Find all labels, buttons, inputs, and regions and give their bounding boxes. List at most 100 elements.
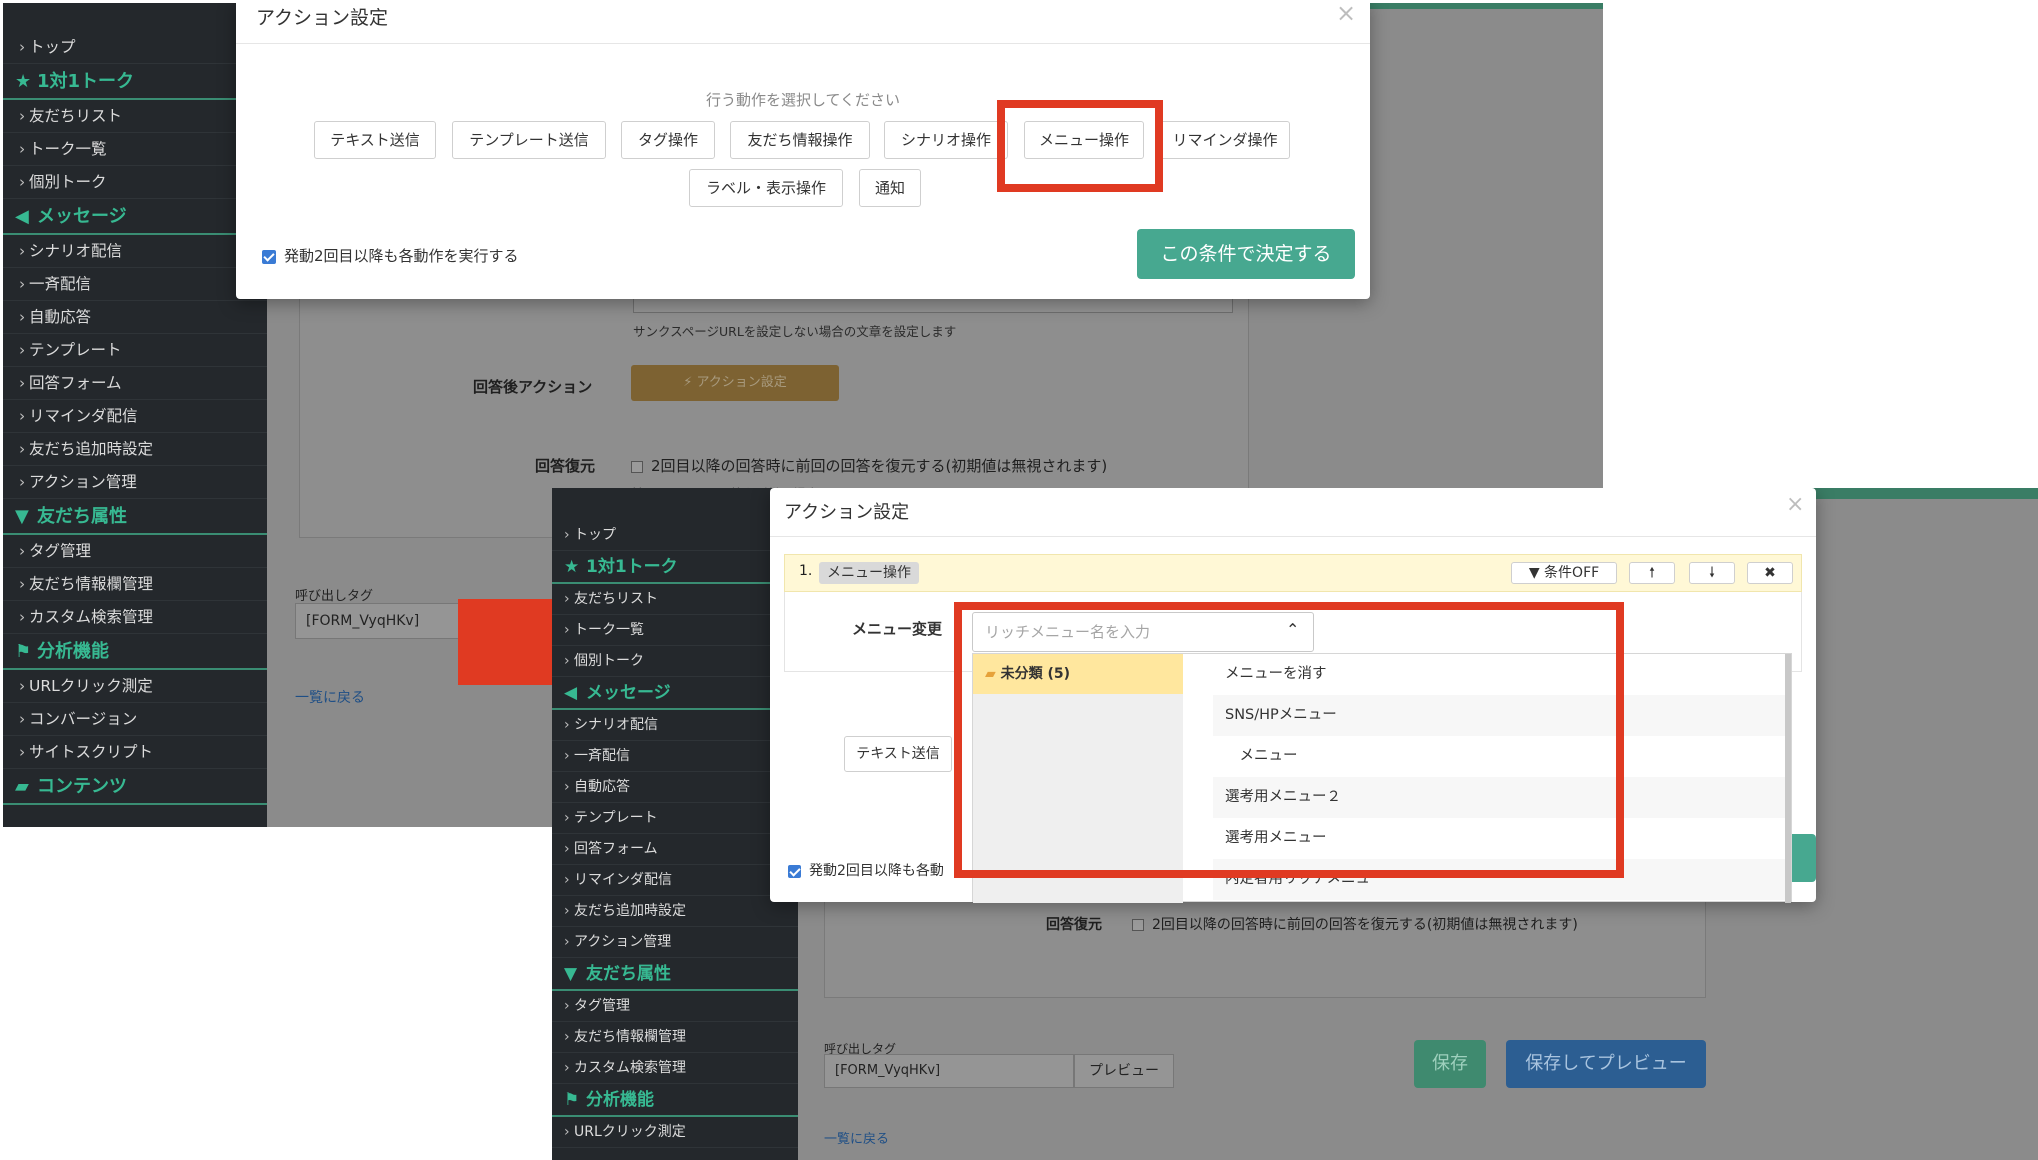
restore-checkbox[interactable] [1132, 919, 1144, 931]
sidebar-item-label: 回答フォーム [29, 374, 122, 392]
sidebar-item[interactable]: › リマインダ配信 [552, 865, 798, 896]
sidebar-item-label: 自動応答 [574, 779, 630, 795]
repeat-execution-option[interactable]: 発動2回目以降も各動作を実行する [262, 245, 519, 266]
restore-option[interactable]: 2回目以降の回答時に前回の回答を復元する(初期値は無視されます) [1132, 914, 1578, 934]
sidebar-item[interactable]: › カスタム検索管理 [3, 601, 267, 634]
label-display-operation-button[interactable]: ラベル・表示操作 [689, 169, 843, 207]
restore-option[interactable]: 2回目以降の回答時に前回の回答を復元する(初期値は無視されます) [631, 455, 1107, 476]
sidebar-item[interactable]: › 自動応答 [552, 772, 798, 803]
sidebar-item[interactable]: › 友だちリスト [552, 584, 798, 615]
back-link[interactable]: 一覧に戻る [824, 1128, 889, 1147]
action-setting-button[interactable]: ⚡ アクション設定 [631, 365, 839, 401]
sidebar-item[interactable]: › 友だち情報欄管理 [3, 568, 267, 601]
sidebar-section-label: 友だち属性 [586, 964, 671, 984]
notification-button[interactable]: 通知 [859, 169, 921, 207]
sidebar-item[interactable]: › タグ管理 [3, 535, 267, 568]
sidebar-section[interactable]: ▼ 友だち属性 [3, 499, 267, 535]
sidebar-item[interactable]: › 友だち情報欄管理 [552, 1022, 798, 1053]
sidebar-section[interactable]: ◀ メッセージ [3, 199, 267, 235]
sidebar-section-label: 分析機能 [37, 641, 109, 662]
sidebar-item[interactable]: › カスタム検索管理 [552, 1053, 798, 1084]
sidebar-item[interactable]: › 友だちリスト [3, 100, 267, 133]
friend-info-operation-button[interactable]: 友だち情報操作 [730, 121, 870, 159]
remove-button[interactable]: ✖ [1747, 562, 1793, 584]
template-send-button[interactable]: テンプレート送信 [452, 121, 606, 159]
checkbox-checked-icon[interactable] [788, 864, 801, 878]
sidebar-item[interactable]: › テンプレート [3, 334, 267, 367]
chevron-right-icon: › [19, 677, 26, 695]
sidebar-item[interactable]: › 友だち追加時設定 [552, 896, 798, 927]
text-send-button[interactable]: テキスト送信 [314, 121, 436, 159]
after-action-label: 回答後アクション [473, 378, 593, 396]
back-link[interactable]: 一覧に戻る [295, 687, 365, 707]
tag-operation-button[interactable]: タグ操作 [621, 121, 715, 159]
sidebar-item-label: 自動応答 [29, 308, 92, 326]
filter-icon: ▼ [1528, 565, 1545, 581]
sidebar-item-label: URLクリック測定 [574, 1124, 686, 1140]
sidebar-item[interactable]: › サイトスクリプト [3, 736, 267, 769]
sidebar-item-label: シナリオ配信 [574, 717, 658, 733]
sidebar-item[interactable]: › トップ [552, 520, 798, 551]
sidebar-item[interactable]: › タグ管理 [552, 991, 798, 1022]
chevron-right-icon: › [564, 527, 570, 543]
sidebar-item-label: サイトスクリプト [29, 743, 154, 761]
sidebar-item[interactable]: › トーク一覧 [552, 615, 798, 646]
sidebar-item[interactable]: › トーク一覧 [3, 133, 267, 166]
sidebar-section[interactable]: ⚑ 分析機能 [552, 1084, 798, 1117]
sidebar-section-label: 1対1トーク [37, 71, 135, 92]
sidebar-section[interactable]: ◀ メッセージ [552, 677, 798, 710]
sidebar-section[interactable]: ★ 1対1トーク [552, 551, 798, 584]
sidebar-item-label: カスタム検索管理 [29, 608, 154, 626]
sidebar-item[interactable]: › 一斉配信 [3, 268, 267, 301]
sidebar-item[interactable]: › リマインダ配信 [3, 400, 267, 433]
sidebar-item[interactable]: › URLクリック測定 [3, 670, 267, 703]
text-send-button[interactable]: テキスト送信 [844, 736, 952, 772]
thanks-hint: サンクスページURLを設定しない場合の文章を設定します [633, 324, 957, 339]
chevron-right-icon: › [564, 872, 570, 888]
scrollbar[interactable] [1785, 654, 1791, 903]
sidebar-section[interactable]: ★ 1対1トーク [3, 64, 267, 100]
close-icon[interactable]: × [1786, 492, 1804, 517]
close-icon[interactable]: × [1336, 3, 1356, 27]
sidebar-item[interactable]: › アクション管理 [3, 466, 267, 499]
scenario-operation-button[interactable]: シナリオ操作 [884, 121, 1008, 159]
megaphone-icon: ◀ [15, 206, 29, 227]
sidebar-item-label: 個別トーク [29, 173, 107, 191]
sidebar-section[interactable]: ⚑ 分析機能 [3, 634, 267, 670]
restore-checkbox[interactable] [631, 460, 643, 473]
preview-button[interactable]: プレビュー [1074, 1054, 1174, 1088]
sidebar-item[interactable]: › 回答フォーム [552, 834, 798, 865]
move-down-button[interactable]: 🠗 [1689, 562, 1735, 584]
sidebar-item-label: 友だちリスト [29, 107, 123, 125]
checkbox-checked-icon[interactable] [262, 249, 276, 264]
call-tag-input[interactable]: [FORM_VyqHKv] [824, 1054, 1074, 1088]
sidebar-item[interactable]: › テンプレート [552, 803, 798, 834]
sidebar-item-label: テンプレート [29, 341, 122, 359]
condition-off-button[interactable]: ▼ 条件OFF [1511, 562, 1617, 584]
repeat-execution-option[interactable]: 発動2回目以降も各動 [788, 860, 944, 880]
sidebar-section[interactable]: ▰ コンテンツ [3, 769, 267, 805]
sidebar-item[interactable]: › シナリオ配信 [552, 710, 798, 741]
sidebar-item[interactable]: › 個別トーク [552, 646, 798, 677]
save-button[interactable]: 保存 [1414, 1040, 1486, 1088]
move-up-button[interactable]: 🠕 [1629, 562, 1675, 584]
sidebar-item[interactable]: › シナリオ配信 [3, 235, 267, 268]
sidebar-item[interactable]: › 回答フォーム [3, 367, 267, 400]
reminder-operation-button[interactable]: リマインダ操作 [1160, 121, 1290, 159]
sidebar-item[interactable]: › コンバージョン [3, 703, 267, 736]
sidebar-item[interactable]: › 自動応答 [3, 301, 267, 334]
sidebar-item[interactable]: › 一斉配信 [552, 741, 798, 772]
sidebar-item[interactable]: › 友だち追加時設定 [3, 433, 267, 466]
action-row: 1. メニュー操作 ▼ 条件OFF 🠕 🠗 ✖ [784, 554, 1802, 592]
sidebar-section-label: コンテンツ [37, 776, 127, 797]
decide-condition-button[interactable]: この条件で決定する [1137, 229, 1355, 279]
sidebar-item[interactable]: › 個別トーク [3, 166, 267, 199]
sidebar-item[interactable]: › トップ [3, 31, 267, 64]
sidebar-section[interactable]: ▼ 友だち属性 [552, 958, 798, 991]
call-tag-input[interactable]: [FORM_VyqHKv] [295, 603, 475, 639]
sidebar-item[interactable]: › アクション管理 [552, 927, 798, 958]
sidebar-item-label: シナリオ配信 [29, 242, 123, 260]
repeat-execution-label: 発動2回目以降も各動 [809, 863, 944, 879]
sidebar-item[interactable]: › URLクリック測定 [552, 1117, 798, 1148]
save-and-preview-button[interactable]: 保存してプレビュー [1506, 1040, 1706, 1088]
